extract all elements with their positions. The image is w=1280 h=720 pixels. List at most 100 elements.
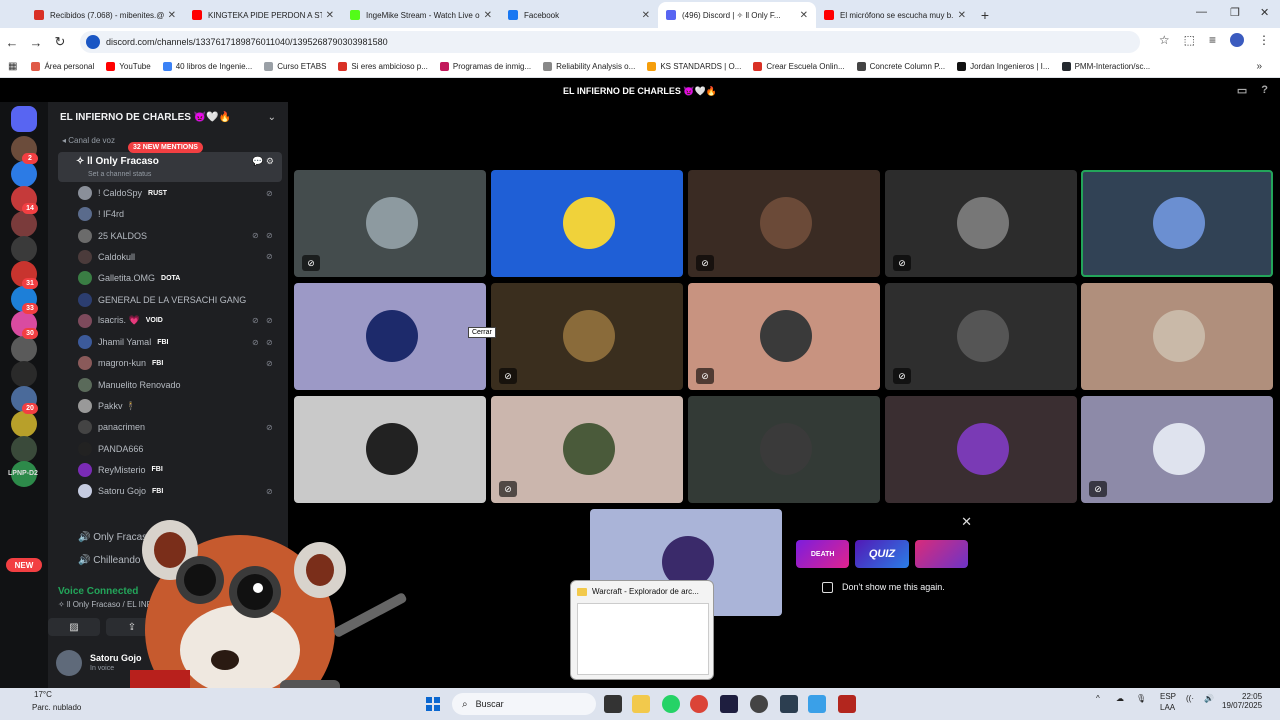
chrome-icon[interactable] xyxy=(690,695,708,713)
server-name[interactable]: EL INFIERNO DE CHARLES 👿🤍🔥 xyxy=(60,112,231,123)
server-icon[interactable] xyxy=(11,161,37,187)
voice-member[interactable]: ReyMisterio FBI xyxy=(78,461,163,479)
close-tab-icon[interactable]: ✕ xyxy=(800,10,808,21)
voice-member[interactable]: lsacris. 💗 VOID ⊘ ⊘ xyxy=(78,312,273,330)
participant-tile[interactable] xyxy=(294,283,486,390)
channel-status[interactable]: Set a channel status xyxy=(88,171,151,178)
voice-member[interactable]: GENERAL DE LA VERSACHI GANG xyxy=(78,291,246,309)
close-tab-icon[interactable]: ✕ xyxy=(958,10,966,21)
bookmark-item[interactable]: Programas de inmig... xyxy=(439,62,531,71)
voice-member[interactable]: ! CaldoSpy RUST ⊘ xyxy=(78,184,273,202)
bookmark-item[interactable]: Curso ETABS xyxy=(264,62,326,71)
discord-home-icon[interactable] xyxy=(11,106,37,132)
close-tab-icon[interactable]: ✕ xyxy=(642,10,650,21)
more-bookmarks-icon[interactable]: » xyxy=(1256,61,1262,72)
chevron-down-icon[interactable]: ⌄ xyxy=(268,112,276,123)
participant-tile[interactable]: ⊘ xyxy=(294,170,486,277)
mic-icon[interactable]: 🎙 xyxy=(1136,694,1146,703)
bookmark-item[interactable]: KS STANDARDS | O... xyxy=(647,62,741,71)
browser-tab[interactable]: El micrófono se escucha muy b... ✕ xyxy=(816,2,974,28)
close-tab-icon[interactable]: ✕ xyxy=(484,10,492,21)
back-icon[interactable]: ← xyxy=(0,35,24,50)
file-explorer-icon[interactable] xyxy=(632,695,650,713)
voice-channel-active[interactable]: ✧ ll Only Fracaso Set a channel status 💬… xyxy=(58,152,282,182)
dota-icon[interactable] xyxy=(838,695,856,713)
steam-icon[interactable] xyxy=(780,695,798,713)
clock[interactable]: 22:05 19/07/2025 xyxy=(1222,692,1262,710)
participant-tile[interactable]: ⊘ xyxy=(491,283,683,390)
weather-temp[interactable]: 17°C xyxy=(34,690,52,699)
windows-start-icon[interactable] xyxy=(426,697,440,711)
site-info-icon[interactable] xyxy=(86,35,100,49)
voice-member[interactable]: Jhamil Yamal FBI ⊘ ⊘ xyxy=(78,333,273,351)
browser-tab[interactable]: Facebook ✕ xyxy=(500,2,658,28)
bookmark-item[interactable]: 40 libros de Ingenie... xyxy=(162,62,252,71)
inbox-icon[interactable]: ▭ xyxy=(1237,84,1247,97)
server-icon[interactable] xyxy=(11,436,37,462)
server-icon[interactable] xyxy=(11,236,37,262)
taskbar-search[interactable]: ⌕ Buscar xyxy=(452,693,596,715)
browser-tab[interactable]: (496) Discord | ✧ ll Only F... ✕ xyxy=(658,2,816,28)
browser-tab[interactable]: Recibidos (7.068) - mibenites.@... ✕ xyxy=(26,2,184,28)
apps-grid-icon[interactable]: ▦ xyxy=(8,61,17,72)
bookmark-item[interactable]: Crear Escuela Onlin... xyxy=(753,62,845,71)
bookmark-item[interactable]: Jordan Ingenieros | I... xyxy=(957,62,1050,71)
menu-icon[interactable]: ⋮ xyxy=(1258,33,1270,47)
wifi-icon[interactable]: ((· xyxy=(1186,694,1194,703)
close-tab-icon[interactable]: ✕ xyxy=(168,10,176,21)
server-icon[interactable] xyxy=(11,411,37,437)
voice-member[interactable]: Galletita.OMG DOTA xyxy=(78,269,180,287)
participant-tile[interactable]: ⊘ xyxy=(1081,396,1273,503)
voice-member[interactable]: magron-kun FBI ⊘ xyxy=(78,354,273,372)
obs-icon[interactable] xyxy=(750,695,768,713)
explorer-thumbnail[interactable]: Warcraft - Explorador de arc... xyxy=(570,580,714,680)
participant-tile[interactable]: ⊘ xyxy=(885,283,1077,390)
bookmark-item[interactable]: Si eres ambicioso p... xyxy=(338,62,428,71)
participant-tile[interactable] xyxy=(688,396,880,503)
whatsapp-icon[interactable] xyxy=(662,695,680,713)
voice-member[interactable]: Caldokull ⊘ xyxy=(78,248,273,266)
voice-member[interactable]: Satoru Gojo FBI ⊘ xyxy=(78,482,273,500)
participant-tile[interactable] xyxy=(1081,170,1273,277)
bookmark-item[interactable]: Concrete Column P... xyxy=(856,62,945,71)
participant-tile[interactable] xyxy=(294,396,486,503)
participant-tile[interactable]: ⊘ xyxy=(885,170,1077,277)
task-view-icon[interactable] xyxy=(604,695,622,713)
new-mentions-badge[interactable]: 32 NEW MENTIONS xyxy=(128,142,203,153)
app-icon[interactable] xyxy=(720,695,738,713)
help-icon[interactable]: ? xyxy=(1261,84,1268,97)
extensions-icon[interactable]: ⬚ xyxy=(1184,33,1195,47)
network-icon[interactable]: ☁ xyxy=(1116,694,1124,703)
voice-member[interactable]: panacrimen ⊘ xyxy=(78,418,273,436)
participant-tile[interactable]: ⊘ xyxy=(491,396,683,503)
chat-icon[interactable]: 💬 ⚙ xyxy=(252,156,274,167)
participant-tile[interactable]: ⊘ xyxy=(688,283,880,390)
language-label[interactable]: ESP xyxy=(1160,692,1176,701)
participant-tile[interactable] xyxy=(491,170,683,277)
voice-member[interactable]: Pakkv 🕴 xyxy=(78,397,136,415)
activity-banner[interactable]: DEATH QUIZ xyxy=(796,538,968,570)
noise-suppression-button[interactable]: ▨ xyxy=(48,618,100,636)
bookmark-item[interactable]: PMM-Interaction/sc... xyxy=(1061,62,1150,71)
server-icon[interactable] xyxy=(11,336,37,362)
dont-show-checkbox[interactable] xyxy=(822,582,833,593)
voice-member[interactable]: 25 KALDOS ⊘ ⊘ xyxy=(78,227,273,245)
reload-icon[interactable]: ↻ xyxy=(48,34,72,50)
weather-desc[interactable]: Parc. nublado xyxy=(32,703,81,712)
close-tab-icon[interactable]: ✕ xyxy=(326,10,334,21)
address-bar[interactable]: discord.com/channels/1337617189876011040… xyxy=(80,31,1140,53)
voice-member[interactable]: PANDA666 xyxy=(78,440,143,458)
reading-list-icon[interactable]: ≡ xyxy=(1209,33,1216,47)
participant-tile[interactable] xyxy=(885,396,1077,503)
server-icon[interactable] xyxy=(11,211,37,237)
app-icon-2[interactable] xyxy=(808,695,826,713)
bookmark-item[interactable]: Reliability Analysis o... xyxy=(543,62,635,71)
participant-tile[interactable]: ⊘ xyxy=(688,170,880,277)
close-window-icon[interactable]: ✕ xyxy=(1260,6,1269,19)
browser-tab[interactable]: IngeMike Stream - Watch Live o... ✕ xyxy=(342,2,500,28)
bookmark-item[interactable]: YouTube xyxy=(106,62,151,71)
maximize-icon[interactable]: ❐ xyxy=(1230,6,1240,19)
tray-chevron-icon[interactable]: ^ xyxy=(1096,694,1100,703)
avatar[interactable] xyxy=(56,650,82,676)
minimize-icon[interactable]: — xyxy=(1196,6,1207,18)
